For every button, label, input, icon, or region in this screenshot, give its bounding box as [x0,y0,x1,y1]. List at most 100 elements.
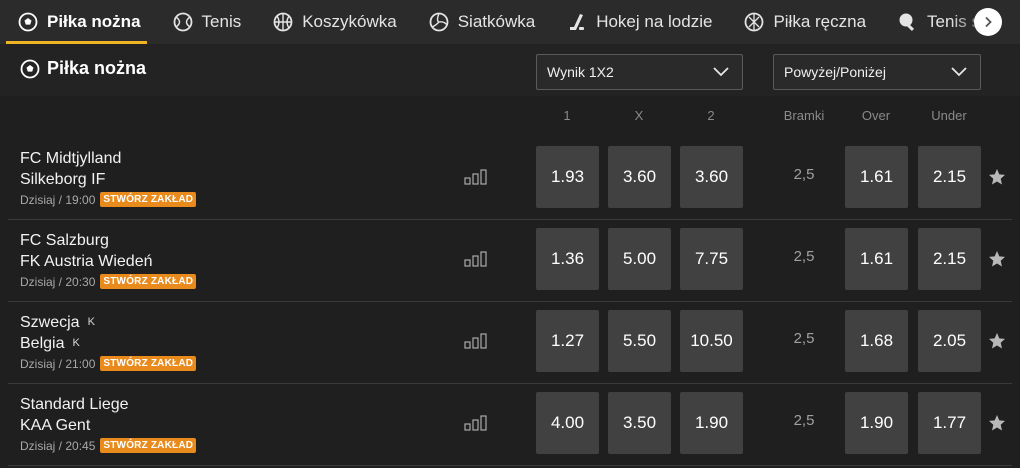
odd-under-button[interactable]: 2.15 [918,146,981,208]
tab-pilka-nozna[interactable]: Piłka nożna [0,0,147,44]
odd-2-button[interactable]: 7.75 [680,228,743,290]
soccer-ball-icon [18,12,38,32]
soccer-ball-icon [20,59,40,78]
table-tennis-icon [899,13,915,32]
column-header-under: Under [931,108,967,123]
match-time: Dzisiaj / 19:00 [20,192,96,207]
statistics-icon[interactable] [464,251,488,267]
over-under-select[interactable]: Powyżej/Poniżej [773,54,981,90]
favorite-star-icon[interactable] [988,414,1006,432]
statistics-icon[interactable] [464,415,488,431]
create-bet-badge[interactable]: STWÓRZ ZAKŁAD [100,356,197,371]
odd-x-button[interactable]: 3.60 [608,146,671,208]
odd-over-button[interactable]: 1.61 [845,146,908,208]
market-select-value: Wynik 1X2 [547,64,614,80]
odd-1-button[interactable]: 1.93 [536,146,599,208]
market-select[interactable]: Wynik 1X2 [536,54,743,90]
odd-x-button[interactable]: 5.00 [608,228,671,290]
over-under-select-value: Powyżej/Poniżej [784,64,886,80]
away-team: Belgia [20,335,65,352]
column-header-goals: Bramki [783,108,825,123]
match-time: Dzisiaj / 21:00 [20,356,96,371]
match-teams[interactable]: FC Midtjylland Silkeborg IF [20,148,129,190]
volleyball-icon [429,12,449,32]
home-team-tag: K [87,316,95,328]
section-header: Piłka nożna Wynik 1X2 Powyżej/Poniżej [0,44,1020,96]
tab-tenis[interactable]: Tenis [155,0,242,44]
home-team: FC Salzburg [20,232,109,249]
match-row: Szwecja K Belgia K Dzisiaj / 21:00 STWÓRZ Z… [8,302,1012,384]
chevron-down-icon [951,67,967,77]
odd-under-button[interactable]: 2.05 [918,310,981,372]
goals-line: 2,5 [793,330,815,347]
odd-1-button[interactable]: 4.00 [536,392,599,454]
odd-2-button[interactable]: 3.60 [680,146,743,208]
odd-2-button[interactable]: 1.90 [680,392,743,454]
odd-under-button[interactable]: 1.77 [918,392,981,454]
odd-1-button[interactable]: 1.27 [536,310,599,372]
away-team: Silkeborg IF [20,171,106,188]
tabs-next-button[interactable] [974,8,1002,36]
tennis-ball-icon [173,12,192,32]
column-header-2: 2 [707,108,715,123]
chevron-down-icon [713,67,729,77]
odd-under-button[interactable]: 2.15 [918,228,981,290]
tab-label: Tenis [201,12,242,31]
create-bet-badge[interactable]: STWÓRZ ZAKŁAD [100,274,197,289]
statistics-icon[interactable] [464,169,488,185]
tab-koszykowka[interactable]: Koszykówka [255,0,397,44]
favorite-star-icon[interactable] [988,168,1006,186]
chevron-right-icon [985,16,992,28]
tab-label: Piłka ręczna [773,12,867,31]
match-teams[interactable]: Standard Liege KAA Gent [20,394,137,436]
statistics-icon[interactable] [464,333,488,349]
section-title: Piłka nożna [20,58,146,79]
odd-x-button[interactable]: 3.50 [608,392,671,454]
hockey-stick-icon [570,14,585,30]
favorite-star-icon[interactable] [988,332,1006,350]
tab-hokej-na-lodzie[interactable]: Hokej na lodzie [549,0,712,44]
create-bet-badge[interactable]: STWÓRZ ZAKŁAD [100,192,197,207]
handball-icon [745,12,764,32]
match-meta: Dzisiaj / 20:45 STWÓRZ ZAKŁAD [20,438,197,453]
odd-over-button[interactable]: 1.61 [845,228,908,290]
match-time: Dzisiaj / 20:45 [20,438,96,453]
odd-1-button[interactable]: 1.36 [536,228,599,290]
tab-label: Hokej na lodzie [596,12,713,31]
column-header-over: Over [861,108,891,123]
home-team: Standard Liege [20,396,129,413]
tab-siatkowka[interactable]: Siatkówka [411,0,535,44]
match-time: Dzisiaj / 20:30 [20,274,96,289]
away-team: KAA Gent [20,417,91,434]
section-title-text: Piłka nożna [47,58,147,78]
away-team: FK Austria Wiedeń [20,253,153,270]
column-header-x: X [634,108,644,123]
tab-pilka-reczna[interactable]: Piłka ręczna [726,0,866,44]
goals-line: 2,5 [793,166,815,183]
goals-line: 2,5 [793,248,815,265]
odd-over-button[interactable]: 1.68 [845,310,908,372]
odd-2-button[interactable]: 10.50 [680,310,743,372]
tab-label: Koszykówka [302,12,397,31]
match-teams[interactable]: Szwecja K Belgia K [20,312,95,354]
away-team-tag: K [72,337,80,349]
match-row: Standard Liege KAA Gent Dzisiaj / 20:45 S… [8,384,1012,466]
tab-label: Piłka nożna [47,12,141,31]
home-team: FC Midtjylland [20,150,122,167]
match-row: FC Salzburg FK Austria Wiedeń Dzisiaj / … [8,220,1012,302]
match-meta: Dzisiaj / 20:30 STWÓRZ ZAKŁAD [20,274,197,289]
column-header-1: 1 [563,108,571,123]
match-meta: Dzisiaj / 21:00 STWÓRZ ZAKŁAD [20,356,197,371]
odd-x-button[interactable]: 5.50 [608,310,671,372]
odd-over-button[interactable]: 1.90 [845,392,908,454]
goals-line: 2,5 [793,412,815,429]
create-bet-badge[interactable]: STWÓRZ ZAKŁAD [100,438,197,453]
home-team: Szwecja [20,314,80,331]
match-teams[interactable]: FC Salzburg FK Austria Wiedeń [20,230,161,272]
match-meta: Dzisiaj / 19:00 STWÓRZ ZAKŁAD [20,192,197,207]
basketball-icon [273,12,293,32]
favorite-star-icon[interactable] [988,250,1006,268]
tab-label: Siatkówka [457,12,536,31]
match-row: FC Midtjylland Silkeborg IF Dzisiaj / 19… [8,138,1012,220]
sport-tabs: Piłka nożna Tenis Koszykówka Siatkówka H… [0,0,1020,44]
